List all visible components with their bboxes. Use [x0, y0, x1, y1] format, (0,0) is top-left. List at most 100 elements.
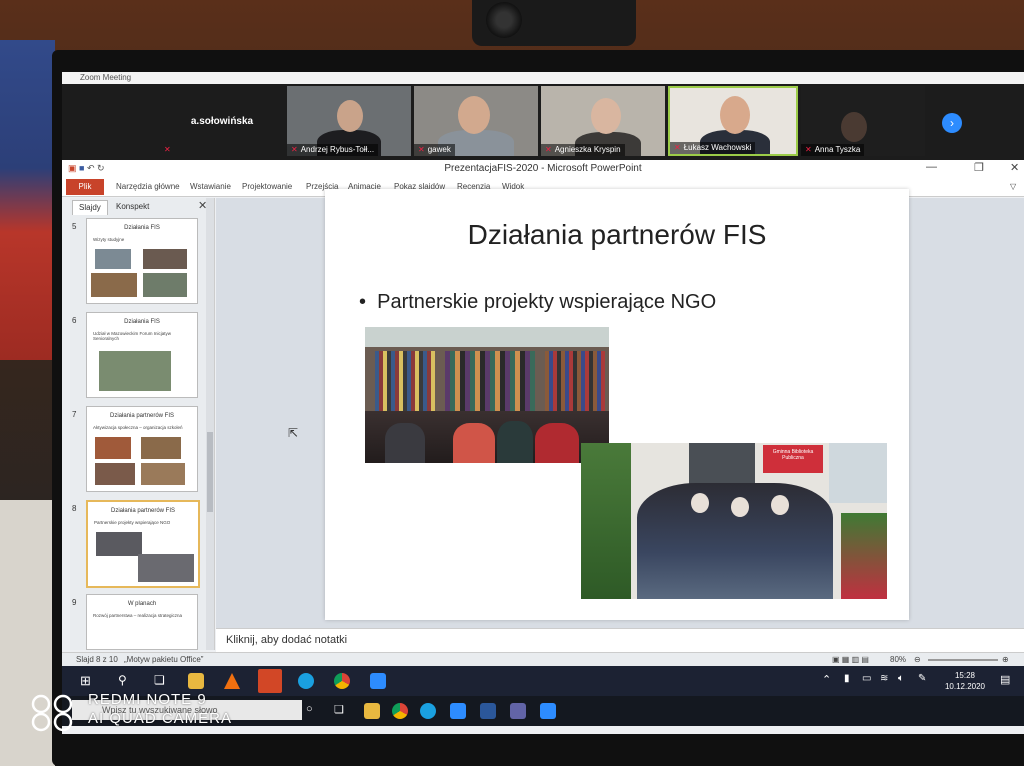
camera-watermark: REDMI NOTE 9 AI QUAD CAMERA: [88, 690, 232, 728]
mic-muted-icon: ✕: [545, 145, 552, 154]
slide-counter: Slajd 8 z 10: [76, 655, 118, 664]
thumb-photo: [96, 532, 142, 556]
participant-tile[interactable]: ✕ Anna Tyszka: [801, 86, 925, 156]
teams-icon[interactable]: [510, 703, 526, 719]
file-explorer-icon[interactable]: [364, 703, 380, 719]
participant-tile[interactable]: ✕ Andrzej Rybus-Tołł...: [287, 86, 411, 156]
participant-name-bar: ✕ Łukasz Wachowski: [670, 142, 756, 154]
current-slide[interactable]: Działania partnerów FIS • Partnerskie pr…: [325, 189, 909, 620]
zoom-titlebar: Zoom Meeting: [62, 72, 1024, 84]
pen-icon[interactable]: ✎: [918, 673, 934, 689]
chrome-icon[interactable]: [392, 703, 408, 719]
status-bar: Slajd 8 z 10 „Motyw pakietu Office” ▣ ▦ …: [62, 652, 1024, 667]
zoom-out-icon[interactable]: ⊖: [914, 655, 921, 664]
view-buttons-icon[interactable]: ▣ ▦ ▥ ▤: [832, 655, 869, 664]
participant-tile-active-speaker[interactable]: ✕ Łukasz Wachowski: [668, 86, 798, 156]
mic-muted-icon: ✕: [418, 145, 425, 154]
task-view-icon[interactable]: ❏: [154, 673, 170, 689]
thumb-photo: [141, 437, 181, 459]
chevron-right-icon[interactable]: ›: [942, 113, 962, 133]
slide-bullet[interactable]: • Partnerskie projekty wspierające NGO: [359, 291, 716, 314]
participant-name: Andrzej Rybus-Tołł...: [300, 145, 375, 154]
tray-chevron-icon[interactable]: ⌃: [822, 673, 838, 689]
ribbon-expand-icon[interactable]: ▽: [1010, 182, 1016, 191]
slide-title[interactable]: Działania partnerów FIS: [325, 219, 909, 251]
edge-icon[interactable]: [298, 673, 314, 689]
zoom-level[interactable]: 80%: [890, 655, 906, 664]
word-icon[interactable]: [480, 703, 496, 719]
group-photo-outdoor[interactable]: Gminna Biblioteka Publiczna: [581, 443, 887, 599]
mic-muted-icon: ✕: [805, 145, 812, 154]
tab-insert[interactable]: Wstawianie: [190, 182, 231, 191]
clock-date: 10.12.2020: [944, 682, 986, 691]
window-title: PrezentacjaFIS-2020 - Microsoft PowerPoi…: [444, 163, 642, 174]
person-head: [591, 98, 621, 134]
cortana-icon[interactable]: ○: [306, 703, 322, 719]
task-view-icon[interactable]: ❏: [334, 703, 350, 719]
slide-thumbnail[interactable]: W planach Rozwój partnerstwa – realizacj…: [86, 594, 198, 650]
person-head: [458, 96, 490, 134]
participant-tile[interactable]: ✕ Agnieszka Kryspin: [541, 86, 665, 156]
thumb-title: Działania partnerów FIS: [110, 508, 176, 514]
background-flag: [0, 40, 55, 360]
close-icon[interactable]: ✕: [1010, 161, 1019, 174]
clock-time: 15:28: [954, 671, 976, 680]
zoom-app-icon[interactable]: [540, 703, 556, 719]
search-icon[interactable]: ⚲: [118, 673, 134, 689]
windows-start-icon[interactable]: ⊞: [80, 673, 96, 689]
edge-icon[interactable]: [420, 703, 436, 719]
mic-muted-icon: ✕: [164, 145, 171, 154]
file-explorer-icon[interactable]: [188, 673, 204, 689]
thumb-title: Działania FIS: [124, 319, 160, 325]
tab-home[interactable]: Narzędzia główne: [116, 182, 180, 191]
maximize-icon[interactable]: ❐: [974, 161, 984, 174]
zoom-window-title: Zoom Meeting: [80, 73, 132, 82]
powerpoint-taskbar-icon[interactable]: [258, 669, 282, 693]
mouse-cursor-icon: ⇱: [288, 426, 299, 440]
participant-tile[interactable]: a.sołowińska ✕: [160, 86, 284, 156]
thumbnails-scrollbar[interactable]: [206, 198, 214, 650]
participant-tile[interactable]: ✕ gawek: [414, 86, 538, 156]
tray-network-icon[interactable]: ▭: [862, 673, 878, 689]
thumb-photo: [141, 463, 185, 485]
notes-pane[interactable]: Kliknij, aby dodać notatki: [216, 628, 1024, 653]
mic-muted-icon: ✕: [674, 143, 681, 152]
participant-name: Łukasz Wachowski: [683, 143, 752, 152]
vlc-icon[interactable]: [224, 673, 240, 689]
tray-usb-icon[interactable]: ▮: [844, 673, 860, 689]
notes-placeholder: Kliknij, aby dodać notatki: [226, 634, 348, 646]
notifications-icon[interactable]: ▤: [1000, 673, 1016, 689]
zoom-in-icon[interactable]: ⊕: [1002, 655, 1009, 664]
theme-name[interactable]: „Motyw pakietu Office”: [124, 655, 203, 664]
zoom-app-icon[interactable]: [370, 673, 386, 689]
slide-thumbnail-selected[interactable]: Działania partnerów FIS Partnerskie proj…: [86, 500, 200, 588]
camera-watermark-logo-icon: [31, 694, 73, 732]
zoom-app-icon[interactable]: [450, 703, 466, 719]
library-meeting-photo[interactable]: [365, 327, 609, 463]
mic-muted-icon: ✕: [291, 145, 298, 154]
scrollbar-thumb[interactable]: [207, 432, 213, 512]
tab-slides[interactable]: Slajdy: [72, 200, 108, 215]
slide-thumbnail[interactable]: Działania FIS Udział w Mazowieckim Forum…: [86, 312, 198, 398]
slide-thumbnail[interactable]: Działania FIS Wizyty studyjne: [86, 218, 198, 304]
thumb-title: Działania FIS: [124, 225, 160, 231]
minimize-icon[interactable]: —: [926, 161, 937, 173]
volume-icon[interactable]: 🔈︎: [898, 673, 914, 689]
participant-name-bar: ✕ Andrzej Rybus-Tołł...: [287, 144, 379, 156]
person-head: [337, 100, 363, 132]
participant-name-bar: ✕ Anna Tyszka: [801, 144, 865, 156]
thumb-bullet: Aktywizacja społeczna – organizacja szko…: [93, 425, 183, 430]
chrome-icon[interactable]: [334, 673, 350, 689]
ppt-titlebar: ▣ ■ ↶ ↻ PrezentacjaFIS-2020 - Microsoft …: [62, 160, 1024, 179]
zoom-slider[interactable]: [928, 659, 998, 661]
wifi-icon[interactable]: ≋: [880, 673, 896, 689]
tab-file[interactable]: Plik: [66, 179, 104, 195]
thumb-bullet: Udział w Mazowieckim Forum Inicjatyw Sen…: [93, 331, 172, 341]
tab-design[interactable]: Projektowanie: [242, 182, 292, 191]
person-head: [841, 112, 867, 142]
thumb-title: W planach: [127, 601, 157, 607]
tab-outline[interactable]: Konspekt: [110, 200, 155, 214]
slide-thumbnail[interactable]: Działania partnerów FIS Aktywizacja społ…: [86, 406, 198, 492]
system-clock[interactable]: 15:28 10.12.2020: [940, 670, 990, 692]
thumb-photo: [99, 351, 171, 391]
